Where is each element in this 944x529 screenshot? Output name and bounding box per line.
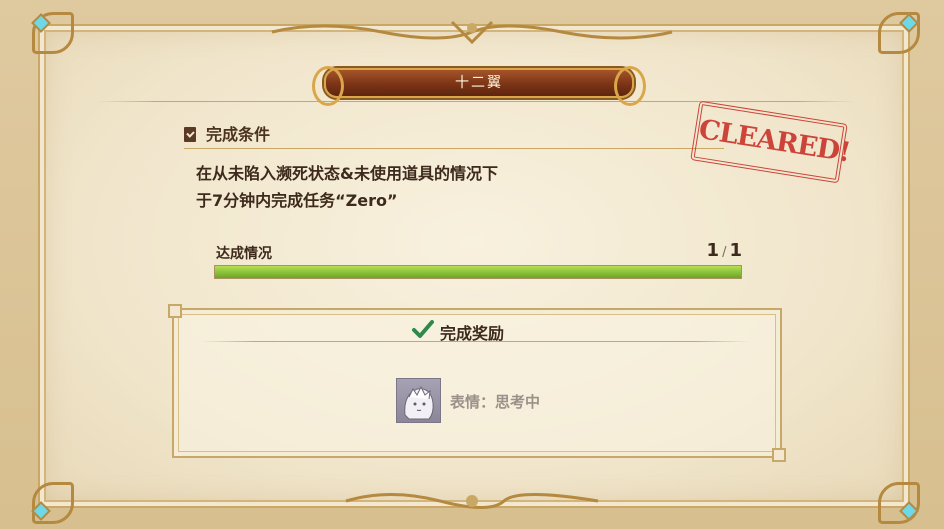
progress-bar-fill (215, 266, 741, 278)
checkmark-icon (412, 320, 434, 338)
banner-wing-right (614, 66, 646, 106)
progress-bar (214, 265, 742, 279)
document-check-icon (184, 127, 196, 142)
emote-portrait-icon[interactable] (396, 378, 441, 423)
bottom-ornament (345, 493, 599, 509)
corner-ornament-top-right (874, 6, 920, 54)
header-divider (96, 101, 856, 102)
reward-item-label: 表情：思考中 (450, 393, 541, 411)
corner-ornament-bottom-right (874, 478, 920, 524)
progress-count: 1/1 (690, 240, 742, 261)
banner-wing-left (312, 66, 344, 106)
condition-title: 完成条件 (206, 125, 271, 144)
progress-label: 达成情况 (216, 246, 272, 262)
progress-current: 1 (706, 240, 720, 261)
condition-line: 于7分钟内完成任务“Zero” (196, 191, 398, 210)
progress-total: 1 (729, 240, 742, 261)
condition-text: 在从未陷入濒死状态&未使用道具的情况下 于7分钟内完成任务“Zero” (196, 160, 656, 214)
banner-title: 十二翼 (455, 75, 503, 91)
corner-ornament-bottom-left (26, 478, 74, 524)
top-ornament (271, 20, 673, 45)
corner-ornament-top-left (26, 6, 74, 54)
condition-header: 完成条件 (184, 124, 724, 149)
condition-line: 在从未陷入濒死状态&未使用道具的情况下 (196, 164, 498, 183)
title-banner: 十二翼 (312, 66, 646, 106)
progress-separator: / (722, 245, 727, 260)
reward-title: 完成奖励 (440, 324, 505, 343)
